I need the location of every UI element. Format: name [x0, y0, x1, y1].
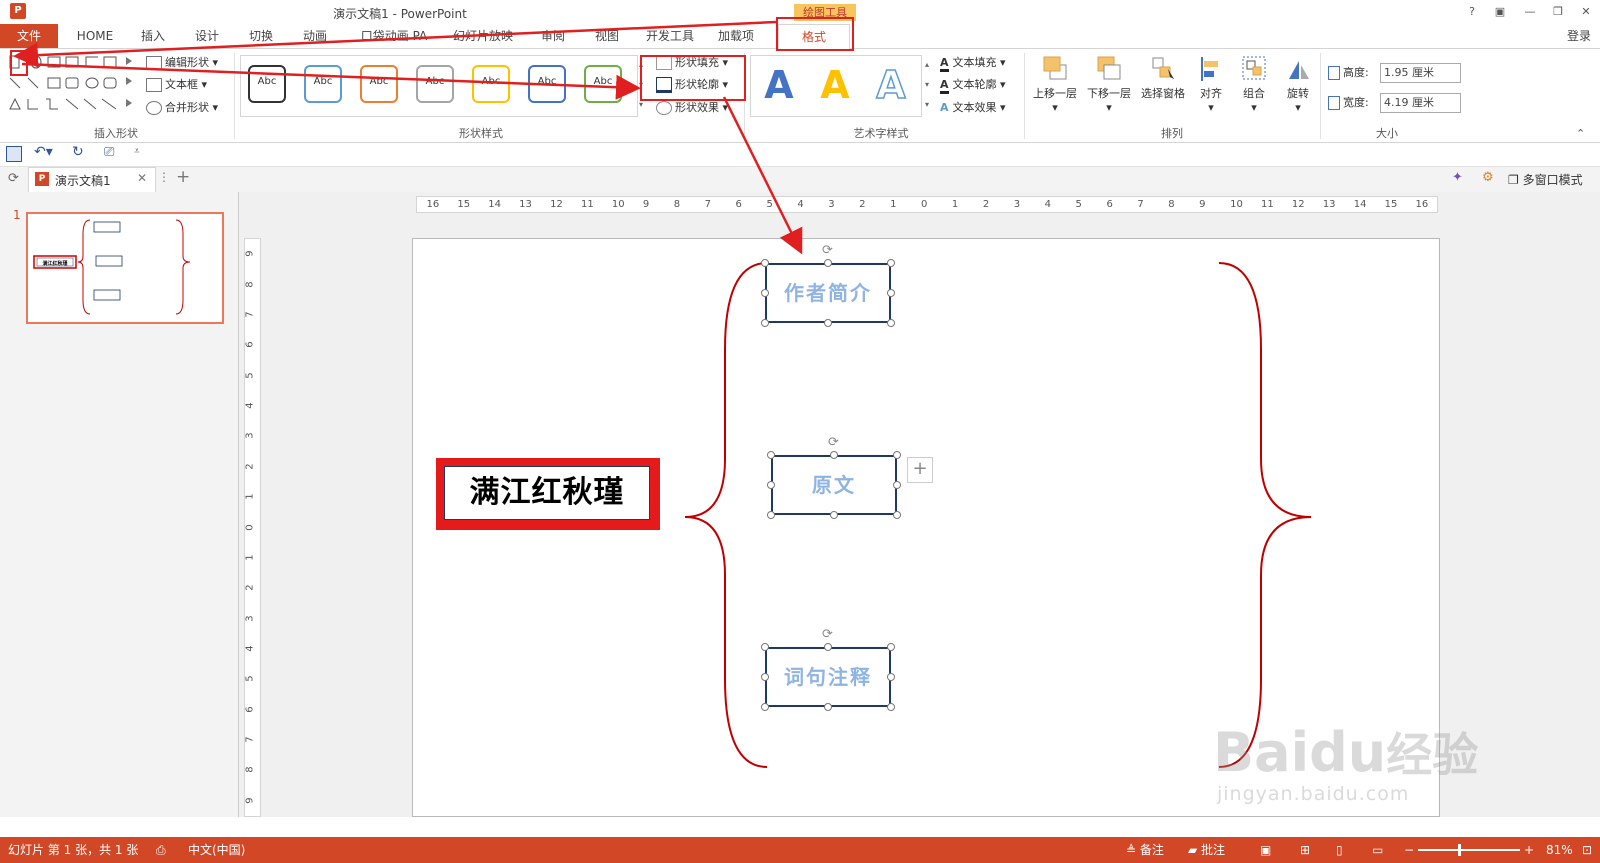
language-indicator[interactable]: 中文(中国): [188, 837, 245, 863]
slide-info: 幻灯片 第 1 张，共 1 张: [8, 843, 139, 857]
arrow-shape-to-outline: [21, 62, 641, 100]
zoom-slider-thumb[interactable]: [1458, 844, 1461, 856]
arrow-outline-to-box: [722, 96, 803, 255]
zoom-level[interactable]: 81%: [1546, 837, 1573, 863]
notes-label: 备注: [1139, 843, 1164, 857]
zoom-out-button[interactable]: −: [1404, 837, 1414, 863]
annotation-arrows: [13, 20, 803, 255]
comments-button[interactable]: ▰ 批注: [1188, 837, 1225, 863]
spell-check-icon[interactable]: ⎙: [156, 837, 166, 863]
zoom-in-button[interactable]: +: [1524, 837, 1534, 863]
notes-button[interactable]: ≜ 备注: [1126, 837, 1164, 863]
comments-label: 批注: [1201, 843, 1226, 857]
slide-sorter-icon[interactable]: ⊞: [1300, 837, 1310, 863]
reading-view-icon[interactable]: ▯: [1336, 837, 1343, 863]
normal-view-icon[interactable]: ▣: [1260, 837, 1271, 863]
status-bar: 幻灯片 第 1 张，共 1 张 ⎙ 中文(中国) ≜ 备注 ▰ 批注 ▣ ⊞ ▯…: [0, 837, 1600, 863]
arrow-format-to-shape: [13, 20, 777, 68]
slideshow-icon[interactable]: ▭: [1372, 837, 1383, 863]
zoom-slider[interactable]: [1418, 844, 1520, 856]
fit-slide-icon[interactable]: ⊡: [1582, 837, 1592, 863]
